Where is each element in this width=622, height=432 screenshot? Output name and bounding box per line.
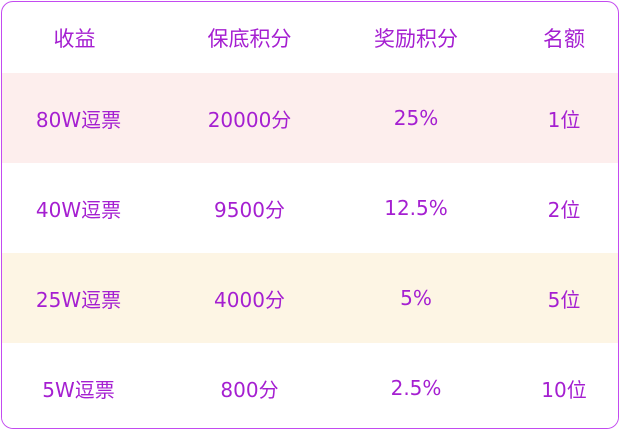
table-row: 25W逗票 4000分 5% 5位 <box>2 253 618 343</box>
cell-quota: 10位 <box>541 377 587 402</box>
table-header-row: 收益 保底积分 奖励积分 名额 <box>2 2 618 73</box>
cell-base-points: 800分 <box>220 377 279 402</box>
table-row: 5W逗票 800分 2.5% 10位 <box>2 343 618 428</box>
cell-bonus-points: 25% <box>393 106 439 130</box>
header-bonus-points: 奖励积分 <box>374 26 458 51</box>
cell-bonus-points: 5% <box>400 286 432 310</box>
cell-quota: 2位 <box>547 197 581 222</box>
cell-base-points: 20000分 <box>207 107 292 132</box>
header-base-points: 保底积分 <box>207 26 292 51</box>
table-row: 40W逗票 9500分 12.5% 2位 <box>2 163 618 253</box>
cell-earnings: 25W逗票 <box>35 287 122 312</box>
cell-bonus-points: 12.5% <box>384 196 448 220</box>
cell-earnings: 5W逗票 <box>42 377 115 402</box>
cell-base-points: 9500分 <box>214 197 285 222</box>
cell-base-points: 4000分 <box>214 287 285 312</box>
cell-earnings: 40W逗票 <box>35 197 122 222</box>
cell-quota: 5位 <box>547 287 581 312</box>
reward-table: 收益 保底积分 奖励积分 名额 80W逗票 20000分 25% 1位 40W逗… <box>1 1 619 429</box>
header-quota: 名额 <box>543 26 585 51</box>
cell-bonus-points: 2.5% <box>390 376 442 400</box>
table-row: 80W逗票 20000分 25% 1位 <box>2 73 618 163</box>
cell-earnings: 80W逗票 <box>35 107 122 132</box>
cell-quota: 1位 <box>547 107 581 132</box>
header-earnings: 收益 <box>53 26 96 51</box>
